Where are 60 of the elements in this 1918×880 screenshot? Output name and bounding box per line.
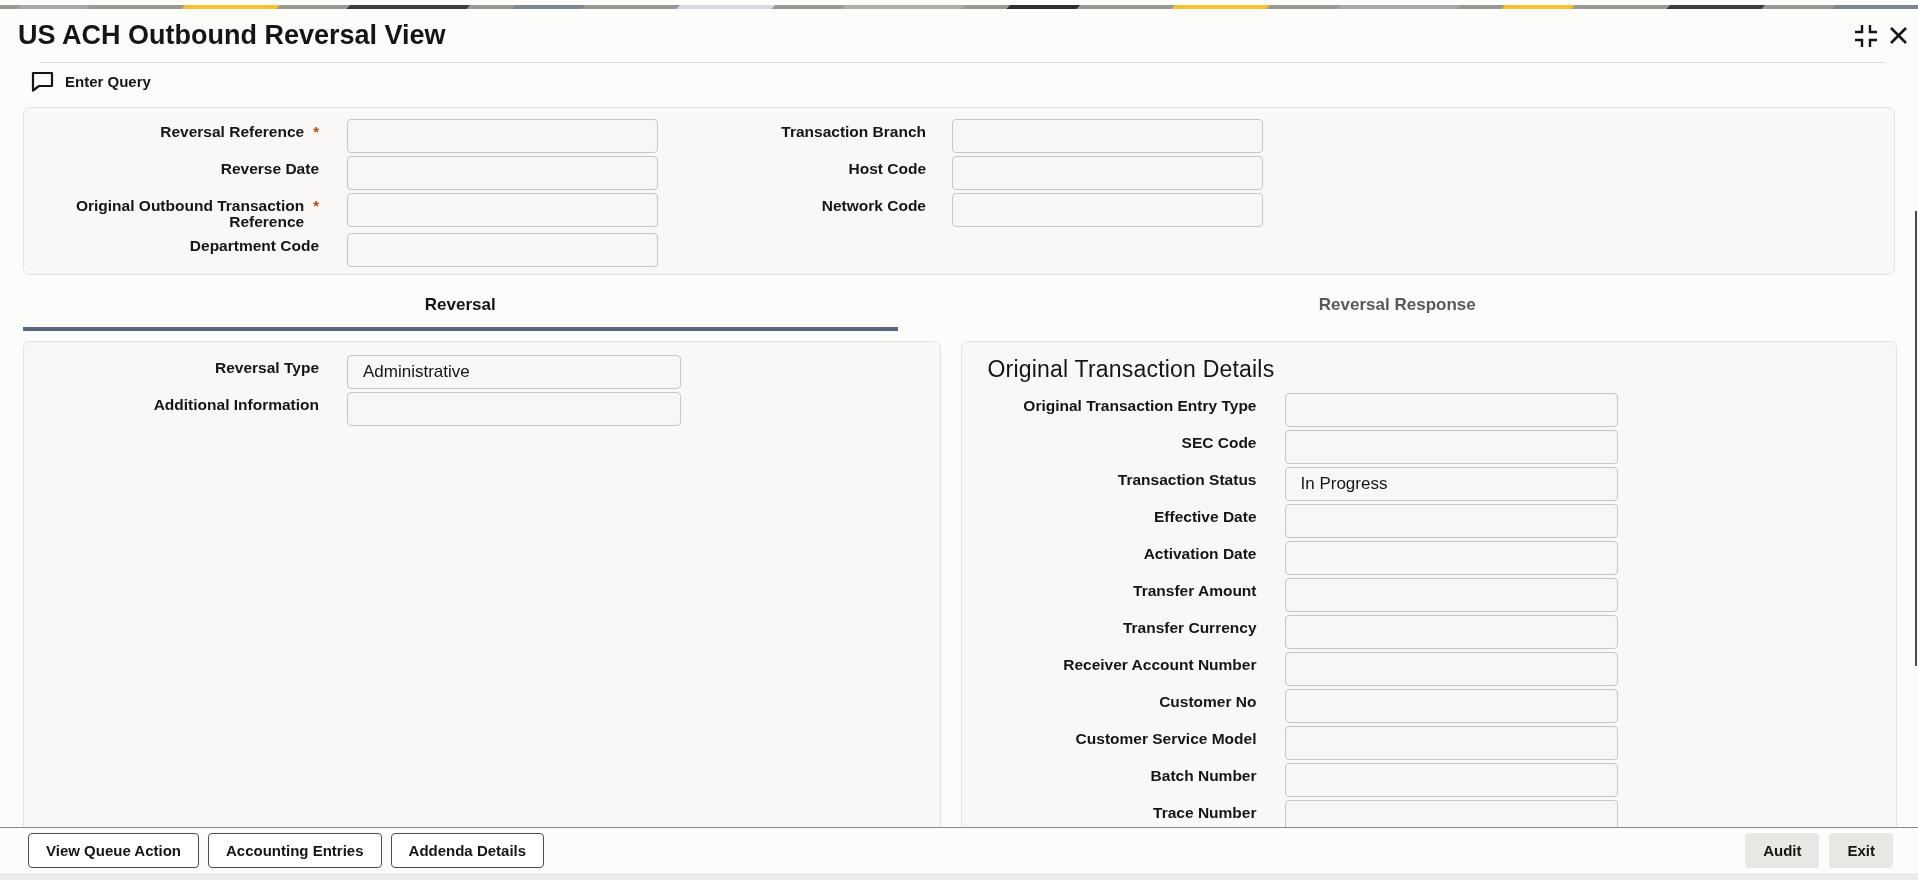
action-button[interactable]: Addenda Details bbox=[390, 833, 545, 868]
field-label: Reversal Type bbox=[215, 360, 319, 376]
field-label: Department Code bbox=[189, 238, 319, 254]
text-field[interactable] bbox=[1284, 430, 1618, 464]
action-button[interactable]: Accounting Entries bbox=[208, 833, 382, 868]
speech-bubble-icon bbox=[31, 71, 54, 92]
text-field[interactable] bbox=[1284, 393, 1618, 427]
field-label: Trace Number bbox=[1153, 805, 1257, 821]
text-field[interactable] bbox=[1284, 504, 1618, 538]
required-mark: * bbox=[313, 198, 319, 214]
field-label: SEC Code bbox=[1181, 435, 1257, 451]
tab[interactable]: Reversal Response bbox=[897, 275, 1897, 331]
field-label: Original Transaction Entry Type bbox=[1023, 398, 1257, 414]
text-field[interactable] bbox=[347, 233, 658, 267]
text-field[interactable] bbox=[347, 119, 658, 153]
field-label: Additional Information bbox=[153, 397, 319, 413]
field-label: Effective Date bbox=[1154, 509, 1257, 525]
field-label: Transaction Status bbox=[1117, 472, 1257, 488]
section-title: Original Transaction Details bbox=[987, 356, 1276, 383]
text-field[interactable] bbox=[1284, 615, 1618, 649]
tab[interactable]: Reversal bbox=[23, 275, 898, 331]
field-label: Transfer Currency bbox=[1122, 620, 1257, 636]
action-button[interactable]: Exit bbox=[1829, 833, 1893, 868]
text-field[interactable] bbox=[1284, 541, 1618, 575]
text-field[interactable] bbox=[1284, 800, 1618, 827]
field-label: Network Code bbox=[821, 198, 926, 214]
field-label: Reversal Reference bbox=[160, 124, 305, 140]
field-label: Reverse Date bbox=[220, 161, 319, 177]
close-icon bbox=[1889, 26, 1908, 45]
text-field[interactable] bbox=[1284, 689, 1618, 723]
field-label: Original Outbound Transaction Reference bbox=[74, 198, 305, 230]
field-label: Transfer Amount bbox=[1133, 583, 1257, 599]
collapse-button[interactable] bbox=[1853, 22, 1879, 49]
text-field[interactable]: In Progress bbox=[1284, 467, 1618, 501]
text-field[interactable] bbox=[347, 156, 658, 190]
action-button[interactable]: Audit bbox=[1745, 833, 1820, 868]
text-field[interactable] bbox=[347, 392, 681, 426]
field-label: Transaction Branch bbox=[781, 124, 926, 140]
field-label: Activation Date bbox=[1143, 546, 1257, 562]
field-label: Host Code bbox=[848, 161, 926, 177]
text-field[interactable]: Administrative bbox=[347, 355, 681, 389]
field-label: Batch Number bbox=[1150, 768, 1257, 784]
text-field[interactable] bbox=[952, 193, 1263, 227]
text-field[interactable] bbox=[1284, 652, 1618, 686]
scrollbar[interactable] bbox=[1915, 211, 1917, 666]
text-field[interactable] bbox=[1284, 763, 1618, 797]
field-label: Receiver Account Number bbox=[1063, 657, 1257, 673]
text-field[interactable] bbox=[1284, 578, 1618, 612]
text-field[interactable] bbox=[952, 156, 1263, 190]
action-button[interactable]: View Queue Action bbox=[28, 833, 200, 868]
collapse-icon bbox=[1853, 22, 1879, 49]
close-button[interactable] bbox=[1889, 26, 1908, 45]
enter-query-button[interactable]: Enter Query bbox=[31, 71, 151, 92]
field-label: Customer Service Model bbox=[1075, 731, 1257, 747]
field-label: Customer No bbox=[1159, 694, 1257, 710]
text-field[interactable] bbox=[347, 193, 658, 227]
text-field[interactable] bbox=[952, 119, 1263, 153]
text-field[interactable] bbox=[1284, 726, 1618, 760]
required-mark: * bbox=[313, 124, 319, 140]
window-title: US ACH Outbound Reversal View bbox=[18, 20, 446, 51]
